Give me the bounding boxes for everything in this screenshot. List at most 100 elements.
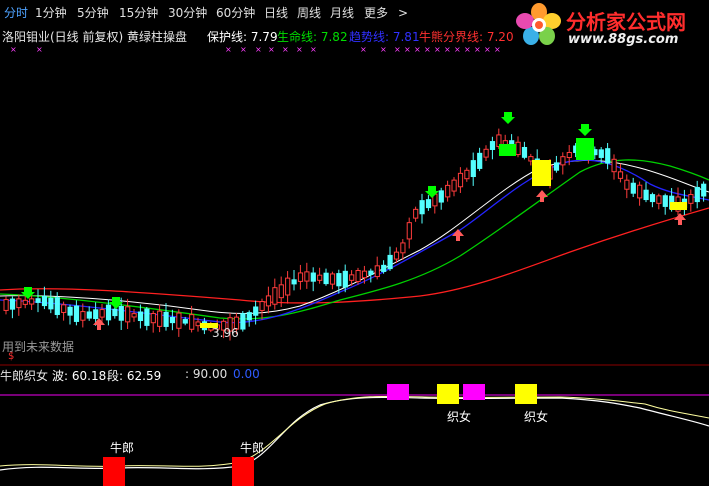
- candle-body: [118, 306, 124, 321]
- candle-body: [342, 270, 348, 288]
- candle-body: [317, 274, 323, 281]
- candle-body: [489, 141, 496, 150]
- candle-body: [361, 270, 368, 279]
- candle-body: [611, 158, 617, 173]
- candle-body: [688, 194, 694, 204]
- price-low-label: 3.96: [212, 326, 239, 340]
- candle-body: [137, 311, 144, 322]
- niulang-block: [232, 457, 254, 486]
- candle-body: [477, 152, 483, 169]
- candle-body: [605, 148, 611, 164]
- candle-body: [617, 171, 624, 179]
- candle-body: [93, 309, 99, 320]
- candle-body: [157, 310, 163, 327]
- candle-body: [29, 298, 35, 305]
- candle-body: [413, 208, 419, 219]
- zero-value: 0.00: [233, 367, 260, 381]
- svg-text:×: ×: [268, 45, 275, 54]
- candle-body: [67, 306, 73, 316]
- candle-body: [419, 200, 425, 215]
- candle-body: [483, 148, 489, 158]
- candle-body: [457, 172, 464, 188]
- kline-chart[interactable]: × × × × × × × × × × × × × × × × × × × × × ×: [0, 0, 709, 486]
- zhinv-block: [515, 384, 537, 404]
- candle-body: [22, 299, 28, 305]
- candle-body: [291, 279, 297, 285]
- niulang-label: 牛郎: [110, 441, 135, 455]
- svg-text:×: ×: [310, 45, 317, 54]
- candle-body: [163, 311, 169, 327]
- svg-text:×: ×: [414, 45, 421, 54]
- candle-body: [112, 308, 118, 317]
- green-signal-bar: [576, 138, 594, 160]
- svg-text:×: ×: [296, 45, 303, 54]
- level-value: : 90.00: [185, 367, 228, 381]
- svg-text:×: ×: [404, 45, 411, 54]
- candle-body: [470, 160, 476, 178]
- niulang-block: [103, 457, 125, 486]
- candle-body: [125, 306, 131, 323]
- candle-body: [73, 305, 80, 322]
- candle-body: [189, 314, 195, 330]
- candle-body: [643, 189, 649, 201]
- candle-body: [297, 272, 304, 282]
- svg-text:×: ×: [494, 45, 501, 54]
- segment-value: 段: 62.59: [107, 369, 162, 383]
- candle-body: [329, 273, 336, 285]
- svg-text:×: ×: [225, 45, 232, 54]
- candle-body: [35, 298, 41, 303]
- candle-body: [521, 146, 528, 158]
- candle-body: [169, 316, 176, 324]
- candle-body: [560, 156, 566, 166]
- candle-body: [323, 272, 329, 285]
- candle-body: [240, 313, 246, 330]
- candle-body: [150, 313, 156, 324]
- candle-body: [656, 195, 662, 204]
- svg-text:×: ×: [360, 45, 367, 54]
- candle-body: [253, 306, 259, 316]
- candle-body: [349, 274, 355, 281]
- candle-body: [54, 297, 60, 315]
- candle-body: [662, 195, 668, 207]
- candle-body: [425, 199, 432, 209]
- candle-body: [381, 264, 387, 272]
- candle-body: [3, 299, 9, 311]
- stock-chart-window: { "toolbar": { "tabs": [ {"label": "分时"}…: [0, 0, 709, 486]
- candle-body: [195, 321, 201, 327]
- up-arrow-icon: [536, 190, 548, 202]
- yellow-signal-bar: [532, 160, 551, 186]
- yellow-signal-bar: [670, 202, 687, 210]
- candle-body: [566, 152, 572, 159]
- candle-body: [464, 169, 470, 180]
- svg-text:×: ×: [255, 45, 262, 54]
- candle-body: [278, 284, 284, 299]
- candle-body: [368, 270, 374, 275]
- candle-body: [41, 295, 48, 307]
- candle-body: [265, 295, 272, 307]
- candle-body: [355, 270, 361, 282]
- segment-line: [0, 395, 709, 467]
- candle-body: [438, 190, 444, 203]
- up-arrow-icon: [93, 318, 105, 330]
- svg-text:×: ×: [424, 45, 431, 54]
- niulang-label: 牛郎: [240, 441, 265, 455]
- candle-body: [374, 265, 380, 278]
- candle-body: [406, 222, 412, 240]
- candle-body: [336, 273, 342, 287]
- wave-value: 波: 60.18: [52, 369, 107, 383]
- zhinv-block: [437, 384, 459, 404]
- candle-body: [393, 251, 400, 260]
- svg-text:×: ×: [444, 45, 451, 54]
- candle-body: [131, 313, 137, 318]
- svg-text:×: ×: [394, 45, 401, 54]
- subchart-title: 牛郎织女: [0, 369, 49, 383]
- svg-text:×: ×: [282, 45, 289, 54]
- candle-body: [701, 183, 707, 197]
- candle-body: [445, 184, 451, 198]
- svg-text:×: ×: [464, 45, 471, 54]
- candle-body: [272, 287, 278, 305]
- down-arrow-icon: [501, 112, 515, 124]
- svg-text:×: ×: [474, 45, 481, 54]
- candle-body: [649, 194, 656, 203]
- dollar-mark: $: [8, 351, 15, 362]
